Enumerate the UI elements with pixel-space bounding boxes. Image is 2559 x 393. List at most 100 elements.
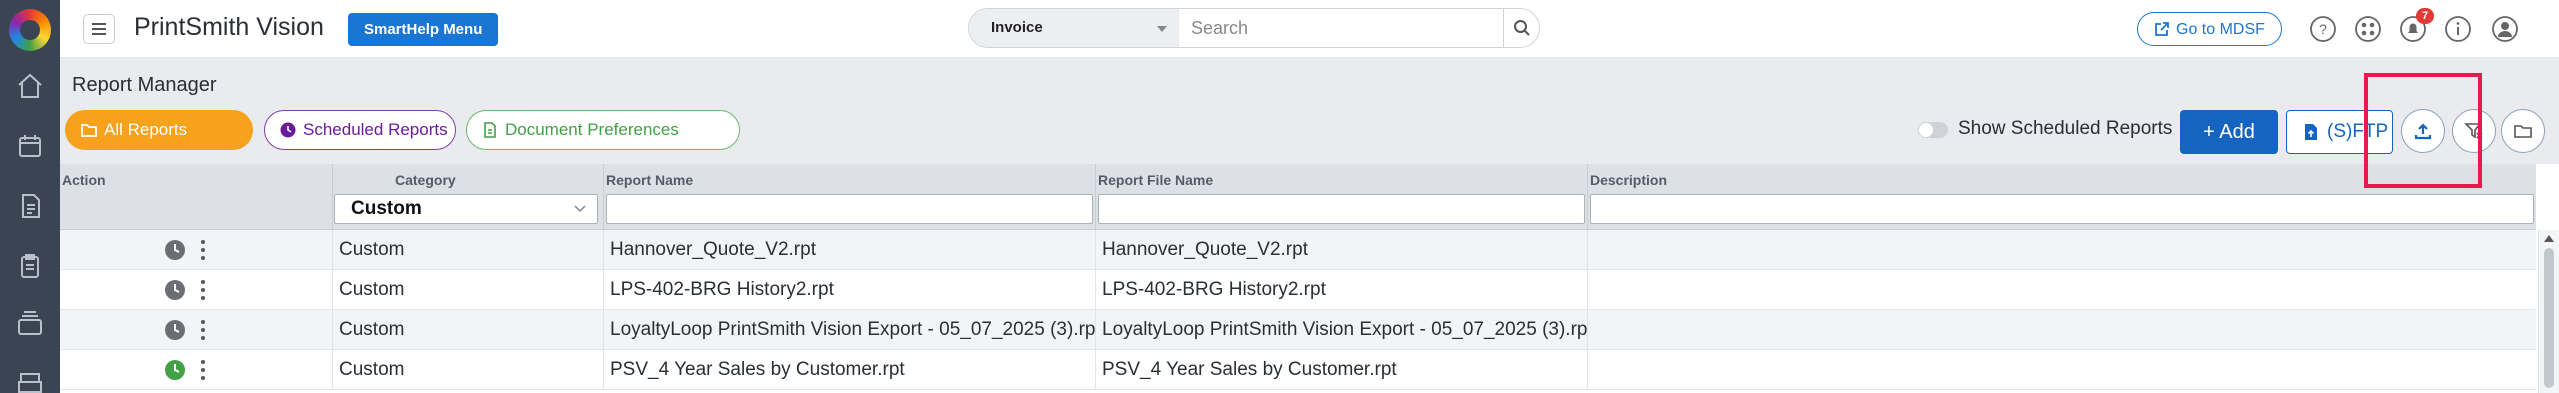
clock-icon xyxy=(280,122,296,138)
report-table-header: Action Category Custom Report Name Repor… xyxy=(60,164,2536,230)
report-file-name-cell: LPS-402-BRG History2.rpt xyxy=(1096,270,1588,310)
category-cell: Custom xyxy=(333,270,604,310)
clear-filter-button[interactable] xyxy=(2452,109,2496,153)
report-name-cell: PSV_4 Year Sales by Customer.rpt xyxy=(604,350,1096,390)
search-type-value: Invoice xyxy=(991,19,1043,36)
tab-scheduled-reports-label: Scheduled Reports xyxy=(303,120,448,139)
report-name-cell: LoyaltyLoop PrintSmith Vision Export - 0… xyxy=(604,310,1096,350)
category-cell: Custom xyxy=(333,310,604,350)
description-cell xyxy=(1588,350,2536,390)
global-search: Invoice xyxy=(968,8,1540,48)
description-cell xyxy=(1588,230,2536,270)
sidebar xyxy=(0,0,60,393)
chevron-down-icon xyxy=(574,205,586,213)
action-cell xyxy=(60,350,333,390)
top-bar: PrintSmith Vision SmartHelp Menu Invoice… xyxy=(60,0,2559,58)
notifications-button[interactable]: 7 xyxy=(2396,8,2434,46)
add-report-button[interactable]: + Add xyxy=(2180,110,2278,154)
file-upload-icon xyxy=(2305,124,2317,140)
tab-scheduled-reports[interactable]: Scheduled Reports xyxy=(264,110,456,150)
action-cell xyxy=(60,270,333,310)
upload-icon xyxy=(2414,123,2432,140)
upload-report-button[interactable] xyxy=(2401,109,2445,153)
tab-document-preferences-label: Document Preferences xyxy=(505,120,679,139)
help-icon[interactable]: ? xyxy=(2306,12,2340,46)
document-icon[interactable] xyxy=(14,190,46,222)
show-scheduled-label: Show Scheduled Reports xyxy=(1958,118,2173,139)
report-manager-header: Report Manager All Reports Scheduled Rep… xyxy=(60,58,2559,164)
open-folder-button[interactable] xyxy=(2501,109,2545,153)
sftp-label: (S)FTP xyxy=(2327,121,2389,142)
search-type-select[interactable]: Invoice xyxy=(969,9,1179,47)
table-row[interactable]: Custom PSV_4 Year Sales by Customer.rpt PS… xyxy=(60,350,2536,390)
action-cell xyxy=(60,230,333,270)
column-header-description: Description xyxy=(1590,172,1668,188)
go-to-mdsf-button[interactable]: Go to MDSF xyxy=(2137,12,2282,46)
description-cell xyxy=(1588,270,2536,310)
calendar-icon[interactable] xyxy=(14,130,46,162)
filter-clear-icon xyxy=(2464,123,2483,139)
add-report-label: Add xyxy=(2219,121,2255,143)
column-header-report-name: Report Name xyxy=(606,172,694,188)
external-link-icon xyxy=(2155,22,2169,36)
action-cell xyxy=(60,310,333,350)
folder-icon xyxy=(81,124,97,137)
plus-icon: + xyxy=(2203,121,2220,143)
report-file-name-filter-input[interactable] xyxy=(1098,194,1585,224)
printer-icon[interactable] xyxy=(14,368,46,393)
show-scheduled-toggle[interactable] xyxy=(1918,122,1948,138)
column-header-category: Category xyxy=(395,172,456,188)
hamburger-menu-button[interactable] xyxy=(83,14,115,44)
apps-grid-icon[interactable] xyxy=(2351,12,2385,46)
column-action: Action xyxy=(60,164,333,230)
go-to-mdsf-label: Go to MDSF xyxy=(2176,20,2265,38)
column-report-name: Report Name xyxy=(604,164,1096,230)
search-input[interactable] xyxy=(1181,9,1473,47)
home-icon[interactable] xyxy=(14,70,46,102)
column-header-report-file-name: Report File Name xyxy=(1098,172,1214,188)
table-scrollbar[interactable] xyxy=(2538,230,2559,393)
table-row[interactable]: Custom LoyaltyLoop PrintSmith Vision Expo… xyxy=(60,310,2536,350)
category-filter-value: Custom xyxy=(351,198,422,219)
column-description: Description xyxy=(1588,164,2536,230)
report-file-name-cell: Hannover_Quote_V2.rpt xyxy=(1096,230,1588,270)
column-header-action: Action xyxy=(62,172,106,188)
notification-count-badge: 7 xyxy=(2416,8,2434,24)
inbox-icon[interactable] xyxy=(14,308,46,340)
scroll-up-icon[interactable] xyxy=(2544,235,2554,242)
hamburger-icon xyxy=(92,23,106,35)
page-title: Report Manager xyxy=(72,74,217,96)
table-row[interactable]: Custom Hannover_Quote_V2.rpt Hannover_Quot… xyxy=(60,230,2536,270)
report-file-name-cell: LoyaltyLoop PrintSmith Vision Export - 0… xyxy=(1096,310,1588,350)
description-filter-input[interactable] xyxy=(1590,194,2534,224)
clipboard-icon[interactable] xyxy=(14,250,46,282)
svg-text:?: ? xyxy=(2319,21,2327,37)
search-icon xyxy=(1513,20,1530,36)
report-file-name-cell: PSV_4 Year Sales by Customer.rpt xyxy=(1096,350,1588,390)
user-icon[interactable] xyxy=(2488,12,2522,46)
info-icon[interactable] xyxy=(2441,12,2475,46)
search-button[interactable] xyxy=(1503,9,1539,47)
app-root: PrintSmith Vision SmartHelp Menu Invoice… xyxy=(0,0,2559,393)
description-cell xyxy=(1588,310,2536,350)
app-title: PrintSmith Vision xyxy=(134,13,324,41)
document-icon xyxy=(484,122,496,138)
category-cell: Custom xyxy=(333,230,604,270)
category-filter-select[interactable]: Custom xyxy=(334,194,598,224)
chevron-down-icon xyxy=(1157,26,1167,32)
report-name-cell: Hannover_Quote_V2.rpt xyxy=(604,230,1096,270)
table-row[interactable]: Custom LPS-402-BRG History2.rpt LPS-402-BR… xyxy=(60,270,2536,310)
app-logo-icon[interactable] xyxy=(9,9,51,51)
tab-document-preferences[interactable]: Document Preferences xyxy=(466,110,740,150)
report-table-body: Custom Hannover_Quote_V2.rpt Hannover_Quot… xyxy=(60,230,2536,393)
sftp-button[interactable]: (S)FTP xyxy=(2286,110,2393,154)
report-name-filter-input[interactable] xyxy=(606,194,1093,224)
tab-all-reports[interactable]: All Reports xyxy=(65,110,253,150)
smarthelp-menu-button[interactable]: SmartHelp Menu xyxy=(348,13,499,46)
folder-icon xyxy=(2514,125,2532,138)
scrollbar-thumb[interactable] xyxy=(2544,248,2554,388)
column-report-file-name: Report File Name xyxy=(1096,164,1588,230)
tab-all-reports-label: All Reports xyxy=(104,120,188,139)
category-cell: Custom xyxy=(333,350,604,390)
report-name-cell: LPS-402-BRG History2.rpt xyxy=(604,270,1096,310)
